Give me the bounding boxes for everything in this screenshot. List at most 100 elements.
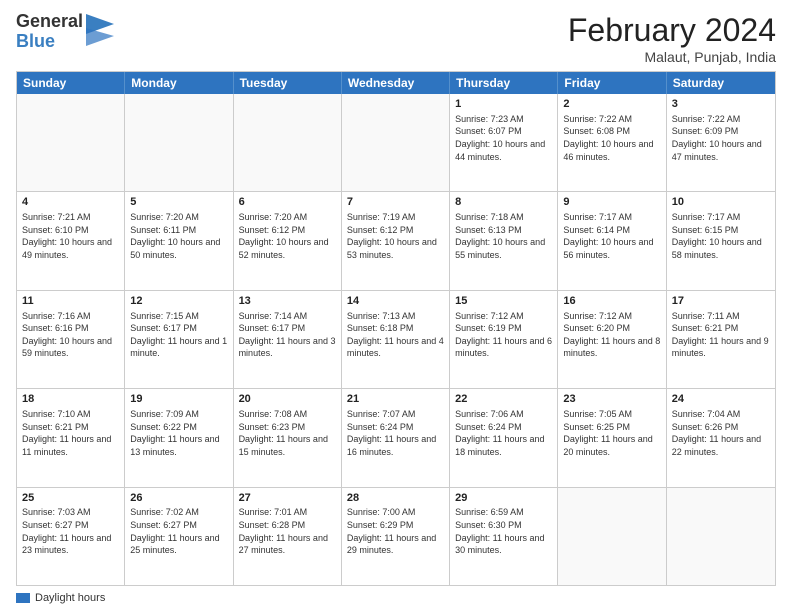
day-number: 15 [455, 294, 552, 309]
cal-cell: 2Sunrise: 7:22 AM Sunset: 6:08 PM Daylig… [558, 94, 666, 191]
cal-header-cell: Friday [558, 72, 666, 94]
day-number: 24 [672, 392, 770, 407]
cal-cell: 29Sunrise: 6:59 AM Sunset: 6:30 PM Dayli… [450, 488, 558, 585]
logo-general: General [16, 12, 83, 32]
cal-cell: 16Sunrise: 7:12 AM Sunset: 6:20 PM Dayli… [558, 291, 666, 388]
day-number: 26 [130, 491, 227, 506]
sun-info: Sunrise: 7:06 AM Sunset: 6:24 PM Dayligh… [455, 408, 552, 458]
cal-cell: 24Sunrise: 7:04 AM Sunset: 6:26 PM Dayli… [667, 389, 775, 486]
month-title: February 2024 [568, 12, 776, 49]
cal-cell: 28Sunrise: 7:00 AM Sunset: 6:29 PM Dayli… [342, 488, 450, 585]
day-number: 11 [22, 294, 119, 309]
day-number: 17 [672, 294, 770, 309]
sun-info: Sunrise: 7:13 AM Sunset: 6:18 PM Dayligh… [347, 310, 444, 360]
day-number: 21 [347, 392, 444, 407]
sun-info: Sunrise: 7:04 AM Sunset: 6:26 PM Dayligh… [672, 408, 770, 458]
cal-cell: 1Sunrise: 7:23 AM Sunset: 6:07 PM Daylig… [450, 94, 558, 191]
location: Malaut, Punjab, India [568, 49, 776, 65]
sun-info: Sunrise: 7:10 AM Sunset: 6:21 PM Dayligh… [22, 408, 119, 458]
cal-cell: 23Sunrise: 7:05 AM Sunset: 6:25 PM Dayli… [558, 389, 666, 486]
sun-info: Sunrise: 7:01 AM Sunset: 6:28 PM Dayligh… [239, 506, 336, 556]
day-number: 12 [130, 294, 227, 309]
cal-cell [125, 94, 233, 191]
cal-header-cell: Monday [125, 72, 233, 94]
cal-cell: 7Sunrise: 7:19 AM Sunset: 6:12 PM Daylig… [342, 192, 450, 289]
logo-icon [86, 14, 114, 50]
cal-header-cell: Tuesday [234, 72, 342, 94]
cal-header-cell: Saturday [667, 72, 775, 94]
cal-cell: 27Sunrise: 7:01 AM Sunset: 6:28 PM Dayli… [234, 488, 342, 585]
day-number: 16 [563, 294, 660, 309]
cal-cell: 9Sunrise: 7:17 AM Sunset: 6:14 PM Daylig… [558, 192, 666, 289]
day-number: 4 [22, 195, 119, 210]
day-number: 10 [672, 195, 770, 210]
page: General Blue February 2024 Malaut, Punja… [0, 0, 792, 612]
cal-header-cell: Thursday [450, 72, 558, 94]
sun-info: Sunrise: 7:22 AM Sunset: 6:09 PM Dayligh… [672, 113, 770, 163]
sun-info: Sunrise: 7:17 AM Sunset: 6:14 PM Dayligh… [563, 211, 660, 261]
cal-cell: 22Sunrise: 7:06 AM Sunset: 6:24 PM Dayli… [450, 389, 558, 486]
cal-cell: 20Sunrise: 7:08 AM Sunset: 6:23 PM Dayli… [234, 389, 342, 486]
cal-cell: 6Sunrise: 7:20 AM Sunset: 6:12 PM Daylig… [234, 192, 342, 289]
sun-info: Sunrise: 7:09 AM Sunset: 6:22 PM Dayligh… [130, 408, 227, 458]
cal-cell: 5Sunrise: 7:20 AM Sunset: 6:11 PM Daylig… [125, 192, 233, 289]
cal-cell [17, 94, 125, 191]
sun-info: Sunrise: 7:20 AM Sunset: 6:11 PM Dayligh… [130, 211, 227, 261]
day-number: 27 [239, 491, 336, 506]
sun-info: Sunrise: 7:03 AM Sunset: 6:27 PM Dayligh… [22, 506, 119, 556]
cal-cell: 11Sunrise: 7:16 AM Sunset: 6:16 PM Dayli… [17, 291, 125, 388]
logo-blue: Blue [16, 32, 83, 52]
day-number: 18 [22, 392, 119, 407]
day-number: 2 [563, 97, 660, 112]
sun-info: Sunrise: 7:16 AM Sunset: 6:16 PM Dayligh… [22, 310, 119, 360]
day-number: 29 [455, 491, 552, 506]
cal-cell: 25Sunrise: 7:03 AM Sunset: 6:27 PM Dayli… [17, 488, 125, 585]
cal-cell: 19Sunrise: 7:09 AM Sunset: 6:22 PM Dayli… [125, 389, 233, 486]
footer: Daylight hours [16, 592, 776, 604]
sun-info: Sunrise: 7:19 AM Sunset: 6:12 PM Dayligh… [347, 211, 444, 261]
sun-info: Sunrise: 7:22 AM Sunset: 6:08 PM Dayligh… [563, 113, 660, 163]
cal-cell: 12Sunrise: 7:15 AM Sunset: 6:17 PM Dayli… [125, 291, 233, 388]
day-number: 14 [347, 294, 444, 309]
cal-row: 4Sunrise: 7:21 AM Sunset: 6:10 PM Daylig… [17, 191, 775, 289]
sun-info: Sunrise: 7:20 AM Sunset: 6:12 PM Dayligh… [239, 211, 336, 261]
sun-info: Sunrise: 6:59 AM Sunset: 6:30 PM Dayligh… [455, 506, 552, 556]
sun-info: Sunrise: 7:02 AM Sunset: 6:27 PM Dayligh… [130, 506, 227, 556]
day-number: 28 [347, 491, 444, 506]
sun-info: Sunrise: 7:14 AM Sunset: 6:17 PM Dayligh… [239, 310, 336, 360]
cal-cell: 18Sunrise: 7:10 AM Sunset: 6:21 PM Dayli… [17, 389, 125, 486]
cal-header-cell: Sunday [17, 72, 125, 94]
cal-cell: 26Sunrise: 7:02 AM Sunset: 6:27 PM Dayli… [125, 488, 233, 585]
legend-label: Daylight hours [35, 592, 105, 604]
cal-cell: 3Sunrise: 7:22 AM Sunset: 6:09 PM Daylig… [667, 94, 775, 191]
logo: General Blue [16, 12, 114, 52]
cal-header-cell: Wednesday [342, 72, 450, 94]
day-number: 5 [130, 195, 227, 210]
logo-text: General Blue [16, 12, 83, 52]
sun-info: Sunrise: 7:12 AM Sunset: 6:20 PM Dayligh… [563, 310, 660, 360]
title-block: February 2024 Malaut, Punjab, India [568, 12, 776, 65]
sun-info: Sunrise: 7:00 AM Sunset: 6:29 PM Dayligh… [347, 506, 444, 556]
cal-cell: 15Sunrise: 7:12 AM Sunset: 6:19 PM Dayli… [450, 291, 558, 388]
cal-cell: 4Sunrise: 7:21 AM Sunset: 6:10 PM Daylig… [17, 192, 125, 289]
cal-cell: 13Sunrise: 7:14 AM Sunset: 6:17 PM Dayli… [234, 291, 342, 388]
calendar-body: 1Sunrise: 7:23 AM Sunset: 6:07 PM Daylig… [17, 94, 775, 585]
day-number: 22 [455, 392, 552, 407]
sun-info: Sunrise: 7:08 AM Sunset: 6:23 PM Dayligh… [239, 408, 336, 458]
cal-cell [667, 488, 775, 585]
sun-info: Sunrise: 7:18 AM Sunset: 6:13 PM Dayligh… [455, 211, 552, 261]
day-number: 20 [239, 392, 336, 407]
day-number: 3 [672, 97, 770, 112]
legend-box [16, 593, 30, 603]
sun-info: Sunrise: 7:11 AM Sunset: 6:21 PM Dayligh… [672, 310, 770, 360]
sun-info: Sunrise: 7:07 AM Sunset: 6:24 PM Dayligh… [347, 408, 444, 458]
sun-info: Sunrise: 7:21 AM Sunset: 6:10 PM Dayligh… [22, 211, 119, 261]
day-number: 7 [347, 195, 444, 210]
cal-cell [342, 94, 450, 191]
cal-cell: 10Sunrise: 7:17 AM Sunset: 6:15 PM Dayli… [667, 192, 775, 289]
cal-row: 1Sunrise: 7:23 AM Sunset: 6:07 PM Daylig… [17, 94, 775, 191]
day-number: 25 [22, 491, 119, 506]
cal-cell: 17Sunrise: 7:11 AM Sunset: 6:21 PM Dayli… [667, 291, 775, 388]
header: General Blue February 2024 Malaut, Punja… [16, 12, 776, 65]
cal-cell [558, 488, 666, 585]
